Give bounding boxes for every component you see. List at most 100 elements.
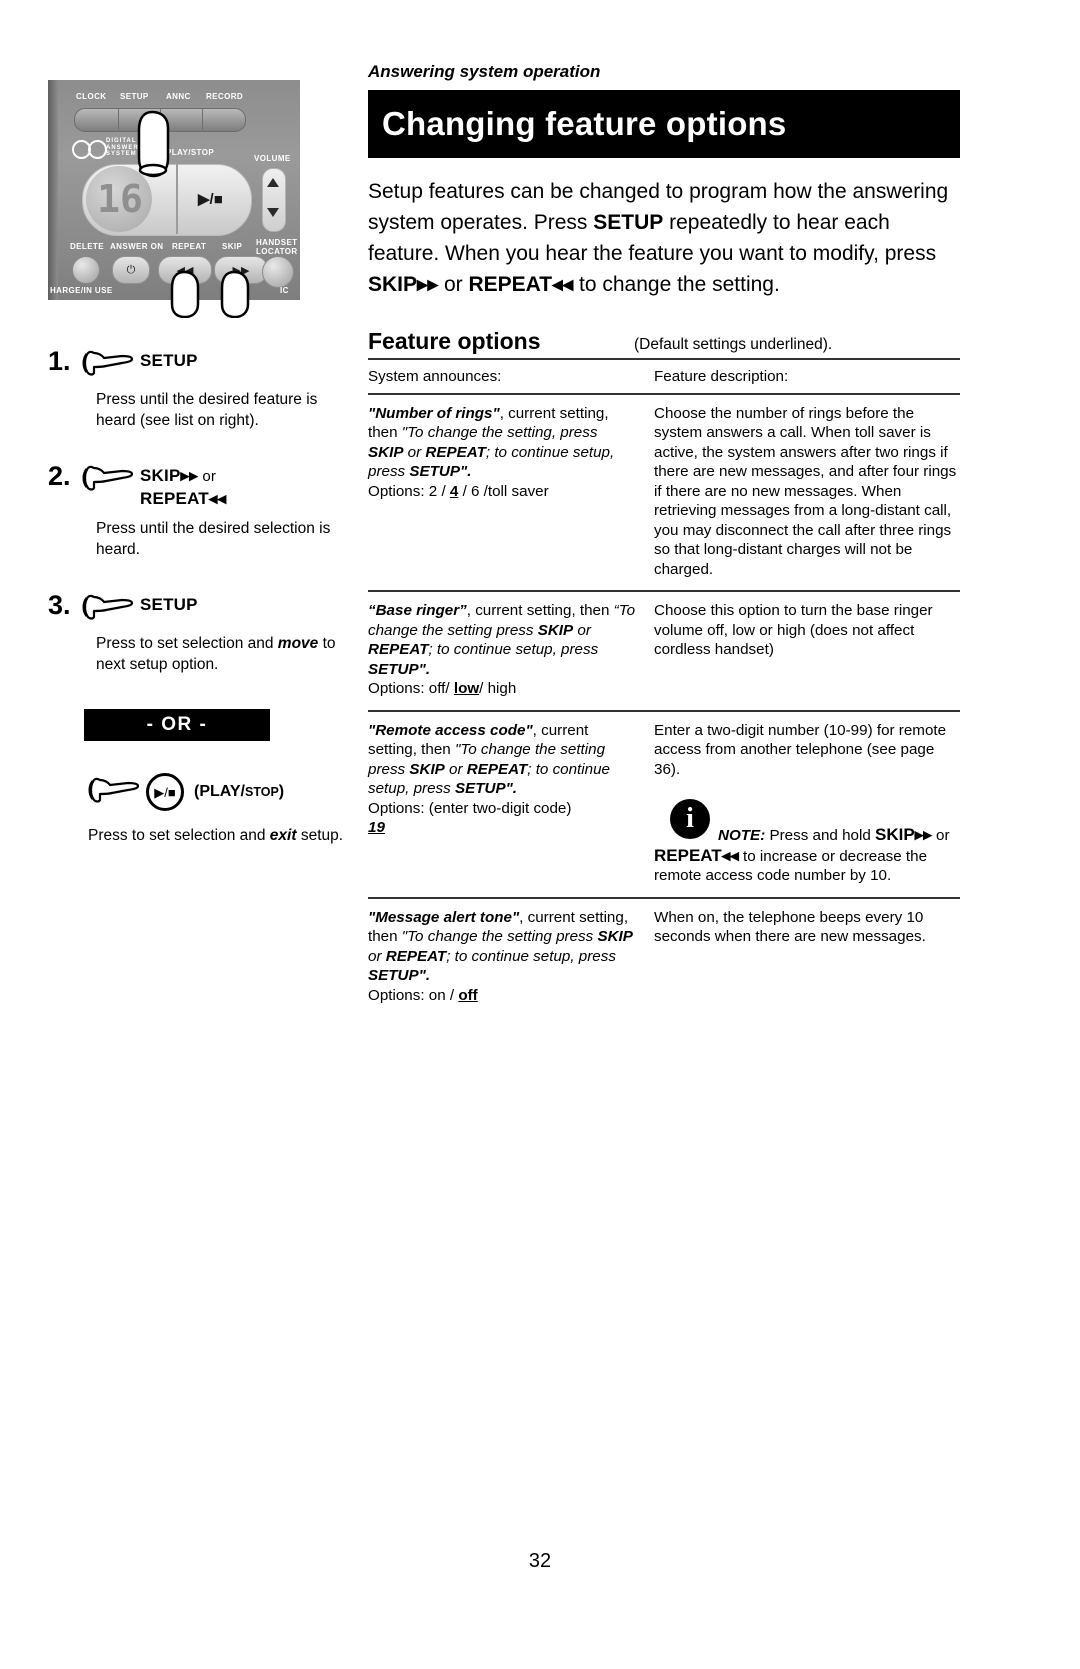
row-4-description: When on, the telephone beeps every 10 se… bbox=[654, 908, 926, 946]
step-1: 1. SETUP Press until the desired feature… bbox=[48, 346, 348, 431]
play-stop-description: Press to set selection and exit setup. bbox=[88, 827, 344, 844]
device-handset-locator-button bbox=[262, 256, 294, 288]
device-delete-button bbox=[72, 256, 100, 284]
pointing-hand-icon bbox=[82, 461, 140, 496]
note-skip-key: SKIP▸▸ bbox=[875, 825, 932, 844]
device-label-delete: DELETE bbox=[70, 242, 104, 251]
intro-paragraph: Setup features can be changed to program… bbox=[368, 180, 949, 296]
row-3-default-value: 19 bbox=[368, 819, 385, 836]
page-title-bar: Changing feature options bbox=[368, 90, 960, 158]
step-3-number: 3. bbox=[48, 590, 71, 620]
device-label-answer-on: ANSWER ON bbox=[110, 242, 164, 251]
device-logo-text: DIGITAL ANSWERING SYSTEM bbox=[106, 138, 153, 157]
step-2: 2. SKIP▸▸ or REPEAT◂◂ Press until the de… bbox=[48, 461, 348, 560]
skip-forward-icon: ▸▸ bbox=[180, 466, 198, 485]
step-2-key-or: or bbox=[197, 468, 217, 485]
table-header-row: System announces: Feature description: bbox=[368, 360, 960, 395]
feature-options-title: Feature options bbox=[368, 328, 541, 354]
row-4-options: Options: on / off bbox=[368, 986, 478, 1004]
intro-repeat-key: REPEAT◂◂ bbox=[468, 273, 574, 296]
pointing-hand-icon bbox=[88, 777, 140, 808]
page-title: Changing feature options bbox=[382, 105, 787, 142]
step-1-number: 1. bbox=[48, 346, 71, 376]
note-repeat-key: REPEAT◂◂ bbox=[654, 845, 739, 865]
step-1-description: Press until the desired feature is heard… bbox=[96, 391, 318, 429]
device-repeat-button: ◀◀ bbox=[158, 256, 212, 284]
device-label-charge-in-use: HARGE/IN USE bbox=[50, 286, 113, 295]
row-4-announcement: "Message alert tone", current setting, t… bbox=[368, 908, 633, 1004]
table-row: "Message alert tone", current setting, t… bbox=[368, 898, 960, 1017]
skip-forward-icon: ▸▸ bbox=[417, 273, 439, 296]
play-stop-button-icon: ▶/■ bbox=[146, 773, 184, 811]
answering-system-device-figure: CLOCK SETUP ANNC RECORD DIGITAL ANSWERING… bbox=[48, 80, 300, 318]
info-icon: i bbox=[670, 799, 710, 839]
device-button-separator bbox=[118, 108, 119, 130]
left-column: CLOCK SETUP ANNC RECORD DIGITAL ANSWERING… bbox=[48, 80, 348, 846]
device-answer-on-button: ⏻ bbox=[112, 256, 150, 284]
device-label-setup: SETUP bbox=[120, 92, 149, 101]
row-2-announcement: “Base ringer”, current setting, then “To… bbox=[368, 591, 650, 712]
row-1-options: Options: 2 / 4 / 6 /toll saver bbox=[368, 482, 549, 500]
column-header-system-announces: System announces: bbox=[368, 360, 650, 395]
play-stop-emphasis: exit bbox=[269, 827, 297, 844]
rewind-icon: ◂◂ bbox=[552, 273, 574, 296]
page-number: 32 bbox=[528, 1550, 552, 1572]
rewind-icon: ◂◂ bbox=[721, 845, 739, 865]
device-button-separator bbox=[160, 108, 161, 130]
default-settings-note: (Default settings underlined). bbox=[634, 336, 833, 353]
device-pill-divider bbox=[176, 164, 178, 234]
row-3-options: Options: (enter two-digit code) 19 bbox=[368, 799, 572, 837]
device-label-handset-locator: HANDSET LOCATOR bbox=[256, 238, 298, 256]
device-label-repeat: REPEAT bbox=[172, 242, 207, 251]
rewind-icon: ◂◂ bbox=[208, 489, 227, 508]
device-label-skip: SKIP bbox=[222, 242, 243, 251]
play-stop-option: ▶/■ (PLAY/STOP) bbox=[88, 773, 348, 811]
manual-page: CLOCK SETUP ANNC RECORD DIGITAL ANSWERING… bbox=[0, 0, 1080, 1669]
step-1-key: SETUP bbox=[140, 351, 198, 370]
device-label-annc: ANNC bbox=[166, 92, 191, 101]
volume-up-icon bbox=[267, 178, 279, 187]
device-label-play-stop: PLAY/STOP bbox=[166, 148, 215, 157]
step-2-description: Press until the desired selection is hea… bbox=[96, 520, 331, 558]
device-label-clock: CLOCK bbox=[76, 92, 107, 101]
feature-options-table: System announces: Feature description: "… bbox=[368, 360, 960, 1016]
row-2-description: Choose this option to turn the base ring… bbox=[650, 591, 960, 712]
row-4-default-value: off bbox=[458, 986, 478, 1004]
table-row: "Number of rings", current setting, then… bbox=[368, 393, 960, 592]
skip-forward-icon: ▸▸ bbox=[914, 825, 932, 844]
row-3-description-text: Enter a two-digit number (10-99) for rem… bbox=[654, 721, 947, 778]
table-row: "Remote access code", current setting, t… bbox=[368, 710, 960, 899]
step-2-key: SKIP▸▸ or REPEAT◂◂ bbox=[140, 461, 226, 510]
pointing-hand-icon bbox=[82, 590, 140, 625]
row-1-announcement: "Number of rings", current setting, then… bbox=[368, 393, 650, 592]
play-stop-glyph: ▶/■ bbox=[154, 784, 176, 800]
volume-down-icon bbox=[267, 208, 279, 217]
intro-setup-key: SETUP bbox=[593, 211, 664, 234]
device-label-mic: IC bbox=[280, 286, 289, 295]
play-stop-label: (PLAY/STOP) bbox=[194, 783, 285, 800]
step-2-key-skip: SKIP bbox=[140, 466, 181, 485]
step-2-number: 2. bbox=[48, 461, 71, 491]
note-label: NOTE: bbox=[718, 827, 766, 844]
step-3-description: Press to set selection and move to next … bbox=[96, 635, 336, 673]
table-row: “Base ringer”, current setting, then “To… bbox=[368, 591, 960, 712]
row-3-announcement: "Remote access code", current setting, t… bbox=[368, 710, 650, 899]
or-divider: - OR - bbox=[84, 709, 270, 741]
feature-options-header: Feature options (Default settings underl… bbox=[368, 328, 960, 360]
step-3-emphasis: move bbox=[277, 635, 319, 652]
pointing-hand-icon bbox=[82, 346, 140, 381]
play-stop-icon: ▶/■ bbox=[198, 191, 223, 208]
device-label-record: RECORD bbox=[206, 92, 244, 101]
row-2-default-value: low bbox=[453, 680, 480, 697]
running-head: Answering system operation bbox=[368, 62, 601, 81]
right-column: Answering system operation Changing feat… bbox=[368, 62, 960, 1016]
step-3-key: SETUP bbox=[140, 595, 198, 614]
row-2-options: Options: off/ low/ high bbox=[368, 680, 517, 697]
device-skip-button: ▶▶ bbox=[214, 256, 268, 284]
device-label-volume: VOLUME bbox=[254, 154, 291, 163]
device-button-separator bbox=[202, 108, 203, 130]
device-message-count-display: 16 bbox=[97, 177, 143, 221]
row-1-description: Choose the number of rings before the sy… bbox=[650, 393, 960, 592]
note-block: i NOTE: Press and hold SKIP▸▸ or REPEAT◂… bbox=[654, 797, 960, 886]
step-2-key-repeat: REPEAT bbox=[140, 489, 209, 508]
